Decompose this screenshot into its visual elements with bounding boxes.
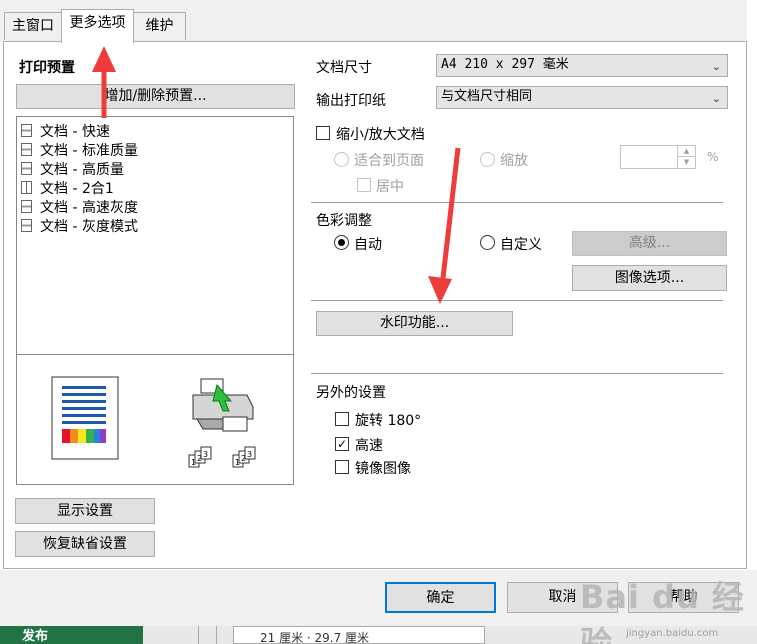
rotate-180-label: 旋转 180°: [355, 413, 422, 429]
zoom-stepper[interactable]: ▲ ▼: [620, 145, 696, 169]
preset-item[interactable]: 文档 - 高质量: [21, 159, 124, 178]
ok-button[interactable]: 确定: [385, 582, 496, 613]
chevron-down-icon: ⌄: [711, 60, 721, 73]
rotate-180-checkbox[interactable]: [335, 412, 349, 426]
zoom-label: 缩放: [500, 153, 528, 169]
svg-text:1: 1: [235, 458, 240, 467]
mirror-image-checkbox[interactable]: [335, 460, 349, 474]
reduce-enlarge-checkbox[interactable]: [316, 126, 330, 140]
preset-item[interactable]: 文档 - 2合1: [21, 178, 114, 197]
presets-heading: 打印预置: [19, 60, 75, 76]
preset-item[interactable]: 文档 - 高速灰度: [21, 197, 138, 216]
doc-size-value: A4 210 x 297 毫米: [441, 57, 569, 72]
color-adjust-heading: 色彩调整: [316, 213, 372, 229]
advanced-button[interactable]: 高级...: [572, 231, 727, 256]
watermark-url: jingyan.baidu.com: [626, 628, 719, 639]
document-icon: [21, 143, 32, 156]
high-speed-checkbox[interactable]: ✓: [335, 437, 349, 451]
document-icon: [21, 200, 32, 213]
document-icon: [21, 162, 32, 175]
restore-defaults-button[interactable]: 恢复缺省设置: [15, 531, 155, 557]
chevron-down-icon: ⌄: [711, 92, 721, 105]
custom-label: 自定义: [500, 237, 542, 253]
background-green-tab: 发布: [0, 626, 143, 644]
preset-item[interactable]: 文档 - 快速: [21, 121, 110, 140]
tab-bar: 主窗口 更多选项 维护: [0, 0, 747, 43]
output-paper-select[interactable]: 与文档尺寸相同 ⌄: [436, 86, 728, 109]
spin-down-icon[interactable]: ▼: [677, 157, 695, 168]
copies-icon: 123 123: [188, 446, 256, 468]
checkmark-icon: ✓: [336, 437, 348, 451]
svg-text:3: 3: [203, 450, 208, 459]
auto-label: 自动: [354, 237, 382, 253]
preview-illustration: 123 123: [51, 376, 256, 468]
divider: [216, 626, 217, 644]
custom-radio[interactable]: [480, 235, 495, 250]
presets-list[interactable]: 文档 - 快速 文档 - 标准质量 文档 - 高质量 文档 - 2合1 文档 -…: [16, 116, 294, 356]
page-preview-icon: [51, 376, 119, 460]
svg-text:3: 3: [247, 450, 252, 459]
print-preview: 123 123: [16, 354, 294, 485]
svg-text:1: 1: [191, 458, 196, 467]
document-icon: [21, 219, 32, 232]
spin-up-icon[interactable]: ▲: [677, 146, 695, 157]
divider: [311, 373, 723, 374]
percent-label: %: [707, 150, 719, 164]
doc-size-label: 文档尺寸: [316, 60, 372, 76]
extra-settings-heading: 另外的设置: [316, 385, 386, 401]
divider: [311, 300, 723, 301]
preset-item[interactable]: 文档 - 标准质量: [21, 140, 138, 159]
fit-to-page-label: 适合到页面: [354, 153, 424, 169]
high-speed-label: 高速: [355, 438, 383, 454]
auto-radio[interactable]: [334, 235, 349, 250]
tab-maintenance[interactable]: 维护: [133, 12, 186, 40]
document-icon: [21, 124, 32, 137]
tab-more-options[interactable]: 更多选项: [61, 9, 134, 43]
center-checkbox[interactable]: [357, 178, 371, 192]
doc-size-select[interactable]: A4 210 x 297 毫米 ⌄: [436, 54, 728, 77]
watermark-button[interactable]: 水印功能...: [316, 311, 513, 336]
add-remove-presets-button[interactable]: 增加/删除预置...: [16, 84, 295, 109]
show-settings-button[interactable]: 显示设置: [15, 498, 155, 524]
radio-selected-dot: [338, 239, 345, 246]
two-up-icon: [21, 181, 32, 194]
zoom-radio[interactable]: [480, 152, 495, 167]
reduce-enlarge-label: 缩小/放大文档: [336, 127, 425, 143]
svg-text:2: 2: [241, 454, 246, 463]
background-ruler-field: 21 厘米 · 29.7 厘米: [233, 626, 485, 644]
center-label: 居中: [376, 179, 404, 195]
divider: [198, 626, 199, 644]
printer-icon: [192, 378, 254, 432]
divider: [311, 202, 723, 203]
image-options-button[interactable]: 图像选项...: [572, 265, 727, 291]
preset-item[interactable]: 文档 - 灰度模式: [21, 216, 138, 235]
mirror-image-label: 镜像图像: [355, 461, 411, 477]
fit-to-page-radio[interactable]: [334, 152, 349, 167]
output-paper-label: 输出打印纸: [316, 93, 386, 109]
svg-text:2: 2: [197, 454, 202, 463]
output-paper-value: 与文档尺寸相同: [441, 89, 533, 104]
tab-main[interactable]: 主窗口: [4, 12, 62, 40]
